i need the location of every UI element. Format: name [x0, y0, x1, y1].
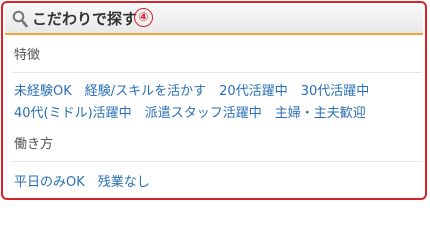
step-marker: ④: [134, 8, 153, 27]
filter-panel: こだわりで探す ④ 特徴 未経験OK 経験/スキルを活かす 20代活躍中 30代活躍中…: [1, 1, 427, 200]
filter-link-weekdays-only[interactable]: 平日のみOK: [14, 175, 85, 190]
features-row-1: 未経験OK 経験/スキルを活かす 20代活躍中 30代活躍中: [14, 83, 369, 101]
filter-link-no-overtime[interactable]: 残業なし: [98, 175, 150, 190]
panel-header: こだわりで探す ④: [5, 5, 423, 35]
divider: [12, 161, 422, 162]
filter-link-use-skills[interactable]: 経験/スキルを活かす: [85, 84, 206, 99]
section-label-features: 特徴: [14, 48, 41, 63]
section-label-work-style: 働き方: [14, 137, 54, 152]
search-icon: [12, 10, 28, 28]
panel-title: こだわりで探す: [32, 10, 138, 28]
filter-link-20s[interactable]: 20代活躍中: [219, 84, 288, 99]
filter-link-30s[interactable]: 30代活躍中: [301, 84, 370, 99]
filter-link-no-experience[interactable]: 未経験OK: [14, 84, 72, 99]
filter-link-40s-middle[interactable]: 40代(ミドル)活躍中: [14, 106, 132, 121]
work-style-row-1: 平日のみOK 残業なし: [14, 174, 150, 192]
divider: [12, 72, 422, 73]
features-row-2: 40代(ミドル)活躍中 派遣スタッフ活躍中 主婦・主夫歓迎: [14, 105, 366, 123]
filter-link-homemakers[interactable]: 主婦・主夫歓迎: [275, 106, 366, 121]
filter-link-dispatch-staff[interactable]: 派遣スタッフ活躍中: [145, 106, 262, 121]
